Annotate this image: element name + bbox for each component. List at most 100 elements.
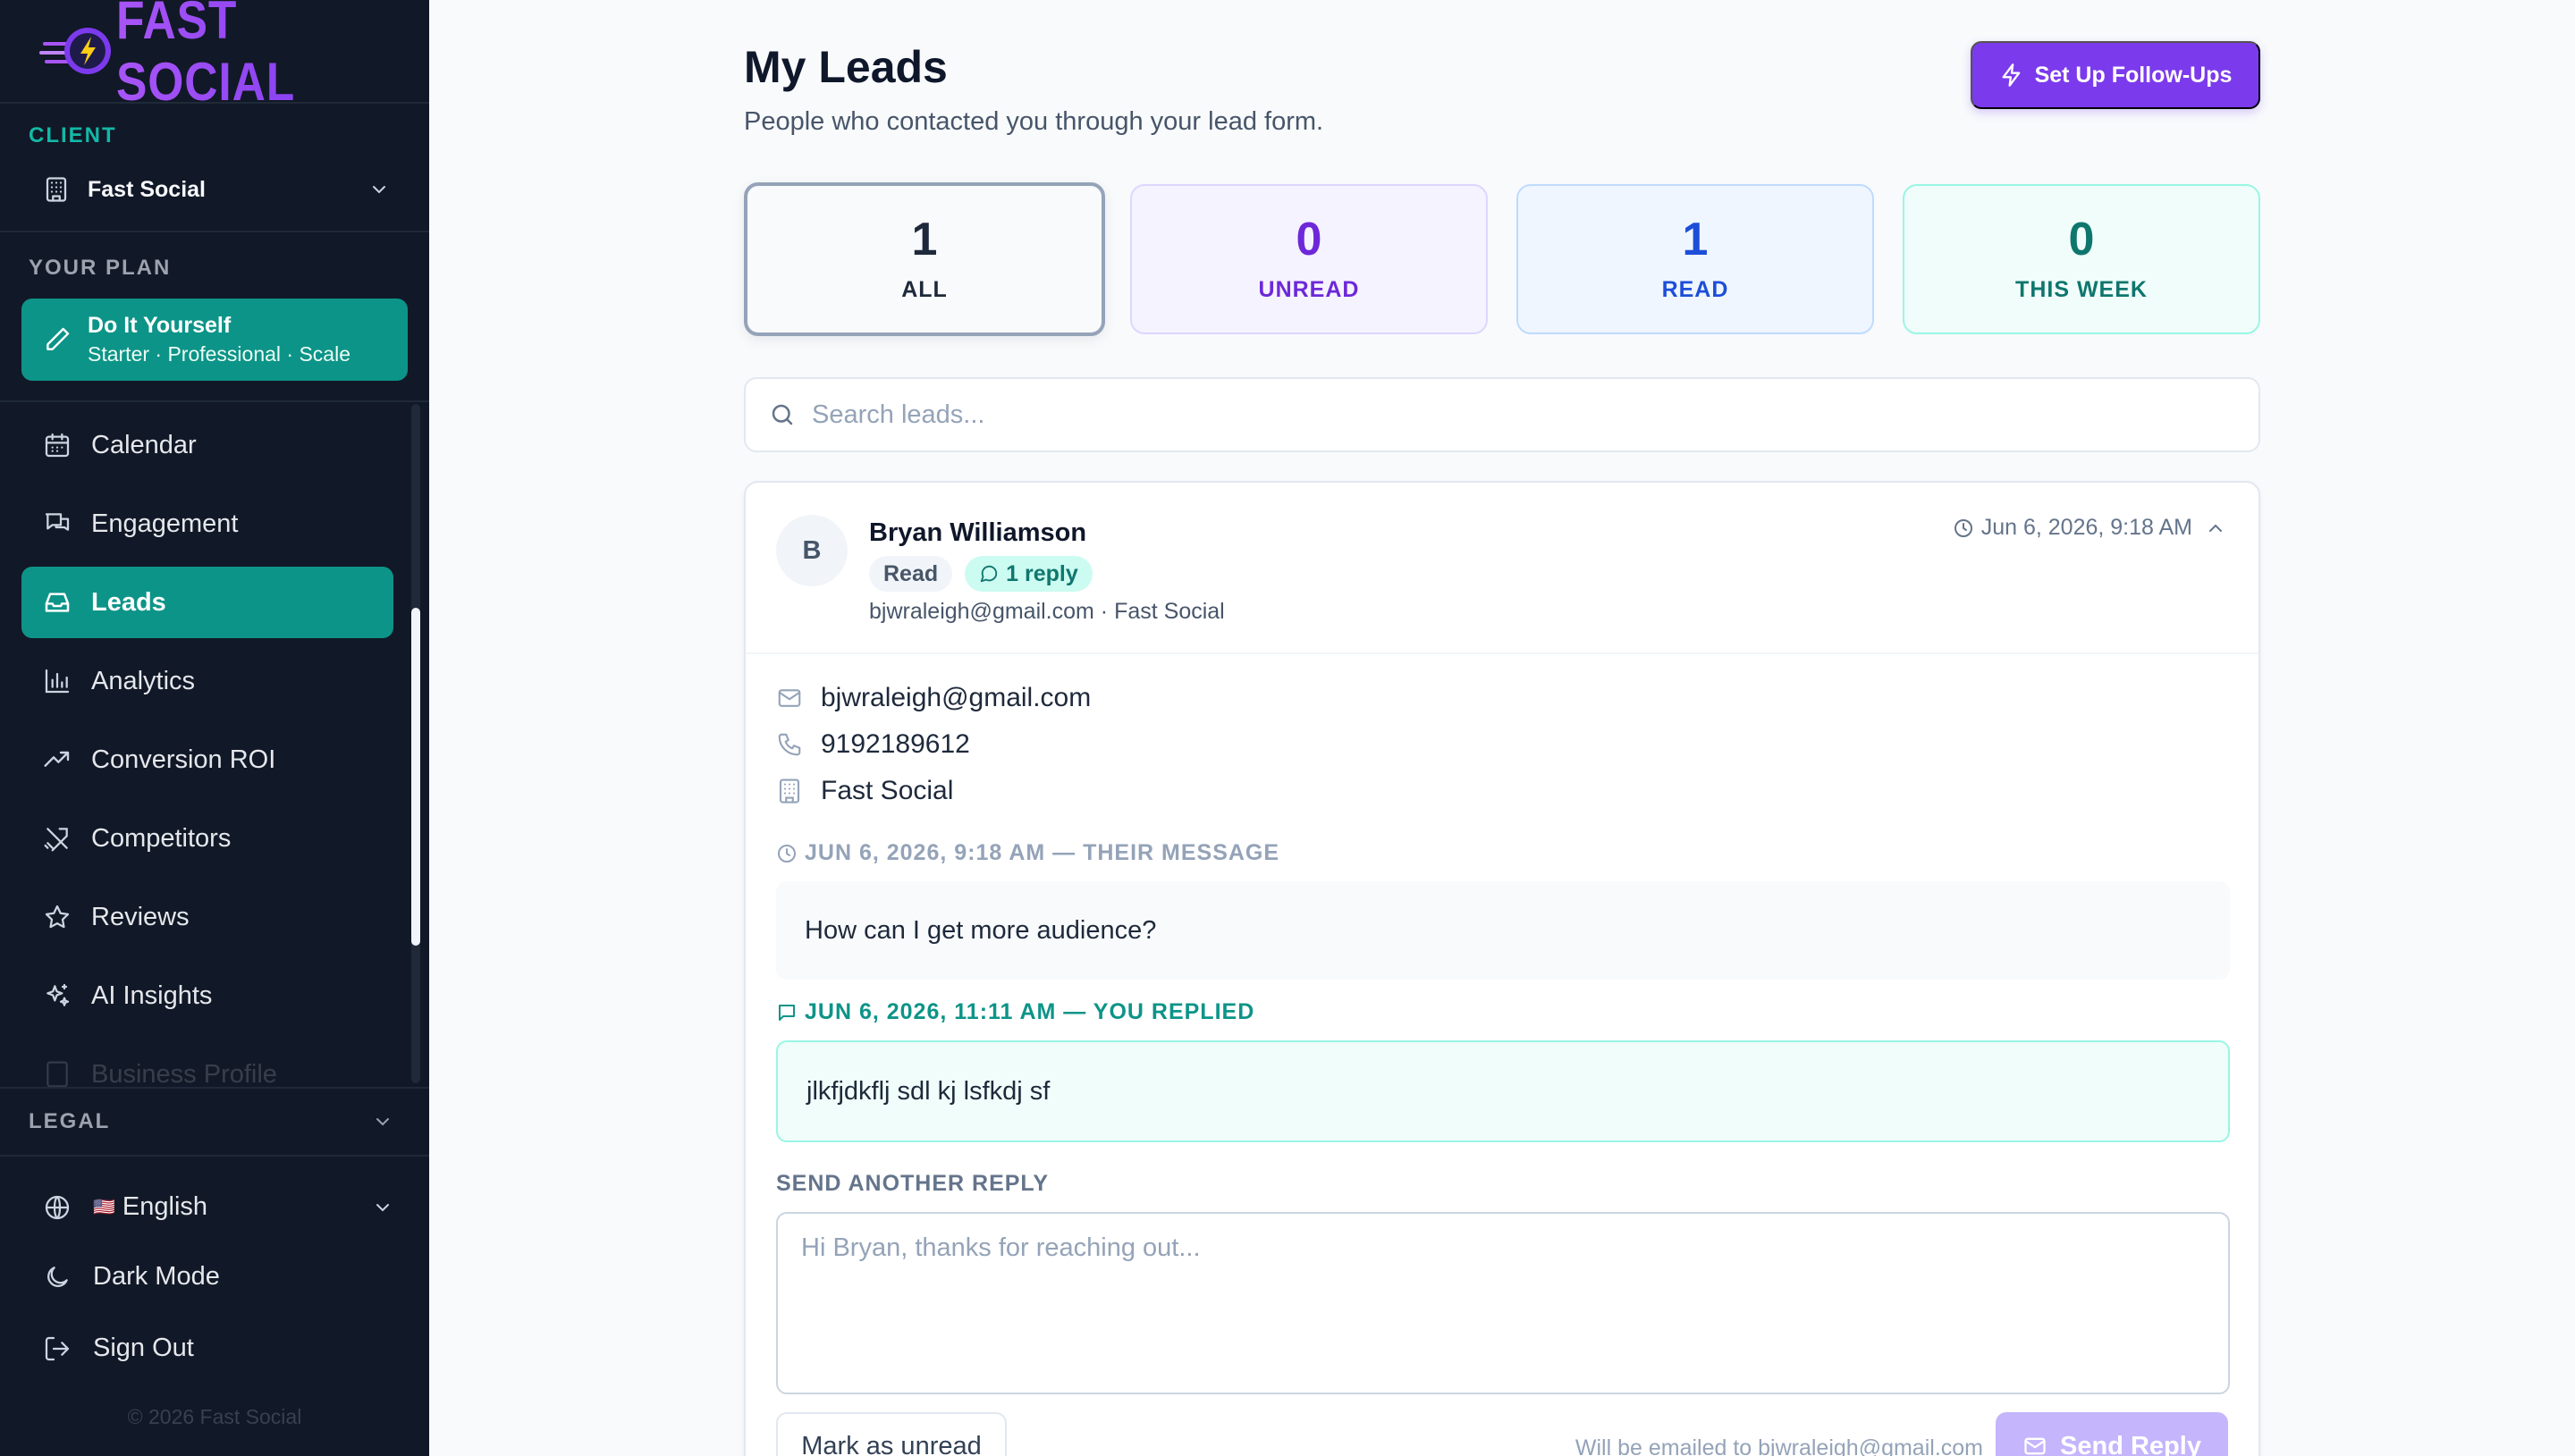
globe-icon <box>43 1193 72 1222</box>
lead-date: Jun 6, 2026, 9:18 AM <box>1953 515 2226 541</box>
lead-phone-row: 9192189612 <box>776 729 970 760</box>
setup-followups-label: Set Up Follow-Ups <box>2034 62 2233 88</box>
status-badge: Read <box>869 556 953 592</box>
sign-out-button[interactable]: Sign Out <box>43 1334 393 1363</box>
star-icon <box>43 903 72 931</box>
client-section: CLIENT Fast Social <box>0 104 429 232</box>
mark-unread-button[interactable]: Mark as unread <box>776 1412 1007 1456</box>
sidebar-item-leads[interactable]: Leads <box>21 567 393 638</box>
lightning-icon <box>1999 63 2024 88</box>
their-message-caption-text: JUN 6, 2026, 9:18 AM — THEIR MESSAGE <box>805 840 1280 865</box>
lead-badges: Read 1 reply <box>869 556 1093 592</box>
logo-bolt-icon <box>39 24 113 78</box>
sidebar-item-calendar[interactable]: Calendar <box>21 409 393 481</box>
client-select[interactable]: Fast Social <box>0 163 429 216</box>
lead-card: B Bryan Williamson Read 1 reply bjwralei… <box>744 481 2260 1456</box>
sidebar-scroll-thumb[interactable] <box>411 608 420 946</box>
dark-mode-toggle[interactable]: Dark Mode <box>43 1262 393 1292</box>
legal-label: LEGAL <box>29 1109 111 1133</box>
reply-textarea[interactable] <box>776 1212 2230 1394</box>
filter-this-week-card[interactable]: 0 THIS WEEK <box>1903 184 2260 334</box>
message-square-icon <box>776 1002 798 1023</box>
their-message-caption: JUN 6, 2026, 9:18 AM — THEIR MESSAGE <box>776 840 1279 866</box>
filter-unread-card[interactable]: 0 UNREAD <box>1130 184 1488 334</box>
chevron-down-icon <box>372 1111 393 1132</box>
lead-phone[interactable]: 9192189612 <box>821 729 970 760</box>
your-reply-message: jlkfjdkflj sdl kj lsfkdj sf <box>776 1040 2230 1142</box>
client-name: Fast Social <box>88 176 206 202</box>
stat-value: 0 <box>1296 213 1322 265</box>
moon-icon <box>43 1263 72 1292</box>
plan-label: YOUR PLAN <box>29 256 172 280</box>
chevron-up-icon[interactable] <box>2205 518 2226 539</box>
sidebar-item-analytics[interactable]: Analytics <box>21 645 393 717</box>
your-reply-caption: JUN 6, 2026, 11:11 AM — YOU REPLIED <box>776 999 1254 1025</box>
building-icon <box>776 778 803 804</box>
stat-label: ALL <box>901 276 948 302</box>
clock-icon <box>776 843 798 864</box>
mail-icon <box>776 685 803 711</box>
brand-name: FAST SOCIAL <box>116 0 385 113</box>
lead-company: Fast Social <box>821 776 954 805</box>
lead-name: Bryan Williamson <box>869 518 1087 547</box>
inbox-icon <box>43 588 72 617</box>
sign-out-label: Sign Out <box>93 1334 194 1362</box>
search-icon <box>769 401 796 428</box>
sidebar-item-label: Conversion ROI <box>91 745 276 774</box>
sidebar-item-label: Reviews <box>91 902 190 931</box>
sidebar-item-ai-insights[interactable]: AI Insights <box>21 960 393 1031</box>
sidebar-item-label: Engagement <box>91 509 239 538</box>
legal-toggle[interactable]: LEGAL <box>0 1087 429 1157</box>
bar-chart-icon <box>43 667 72 695</box>
chevron-down-icon <box>372 1197 393 1218</box>
sidebar-item-label: Leads <box>91 587 166 617</box>
us-flag-icon: 🇺🇸 <box>93 1198 115 1217</box>
sidebar-item-label: Competitors <box>91 823 232 853</box>
your-reply-caption-text: JUN 6, 2026, 11:11 AM — YOU REPLIED <box>805 999 1255 1024</box>
emailed-to-note: Will be emailed to bjwraleigh@gmail.com <box>1575 1435 1983 1456</box>
page-title: My Leads <box>744 42 948 92</box>
lead-date-label: Jun 6, 2026, 9:18 AM <box>1980 515 2192 540</box>
send-reply-label: Send Reply <box>2060 1431 2201 1456</box>
lead-email[interactable]: bjwraleigh@gmail.com <box>821 683 1091 713</box>
search-box[interactable] <box>744 377 2260 452</box>
filter-read-card[interactable]: 1 READ <box>1516 184 1874 334</box>
send-reply-button[interactable]: Send Reply <box>1996 1412 2228 1456</box>
language-select[interactable]: 🇺🇸 English <box>43 1192 393 1222</box>
sidebar-scrollbar[interactable] <box>411 404 420 1083</box>
sidebar-item-competitors[interactable]: Competitors <box>21 803 393 874</box>
setup-followups-button[interactable]: Set Up Follow-Ups <box>1971 41 2260 109</box>
plan-section: YOUR PLAN Do It Yourself Starter · Profe… <box>0 232 429 402</box>
sidebar-item-business-profile[interactable]: Business Profile <box>21 1039 393 1090</box>
stat-value: 1 <box>1682 213 1709 265</box>
sidebar-item-label: Analytics <box>91 666 196 695</box>
sidebar: FAST SOCIAL CLIENT Fast Social YOUR PLAN… <box>0 0 429 1456</box>
stat-label: THIS WEEK <box>2015 276 2148 302</box>
mail-icon <box>2022 1434 2047 1456</box>
language-label: English <box>122 1192 208 1221</box>
dark-mode-label: Dark Mode <box>93 1262 220 1291</box>
copyright: © 2026 Fast Social <box>127 1405 302 1428</box>
building-icon <box>43 176 70 203</box>
sidebar-nav: Calendar Engagement Leads Analytics Conv… <box>0 404 429 1090</box>
logo[interactable]: FAST SOCIAL <box>0 0 429 112</box>
lead-meta: bjwraleigh@gmail.com · Fast Social <box>869 599 1225 624</box>
their-message: How can I get more audience? <box>776 881 2230 980</box>
plan-card[interactable]: Do It Yourself Starter · Professional · … <box>21 299 408 381</box>
sidebar-item-engagement[interactable]: Engagement <box>21 488 393 560</box>
lead-header[interactable]: B Bryan Williamson Read 1 reply bjwralei… <box>746 483 2258 654</box>
sidebar-item-conversion-roi[interactable]: Conversion ROI <box>21 724 393 795</box>
sidebar-item-reviews[interactable]: Reviews <box>21 881 393 953</box>
page-subtitle: People who contacted you through your le… <box>744 107 1324 136</box>
swords-icon <box>43 824 72 853</box>
send-another-reply-label: SEND ANOTHER REPLY <box>776 1171 1050 1196</box>
search-input[interactable] <box>812 400 2207 430</box>
sidebar-item-label: Business Profile <box>91 1059 277 1089</box>
chat-icon <box>43 509 72 538</box>
main-content: My Leads People who contacted you throug… <box>429 0 2575 1456</box>
filter-all-card[interactable]: 1 ALL <box>744 182 1105 336</box>
lead-email-row: bjwraleigh@gmail.com <box>776 683 1091 713</box>
pencil-icon <box>43 325 72 354</box>
stat-label: READ <box>1661 276 1729 302</box>
sparkles-icon <box>43 981 72 1010</box>
